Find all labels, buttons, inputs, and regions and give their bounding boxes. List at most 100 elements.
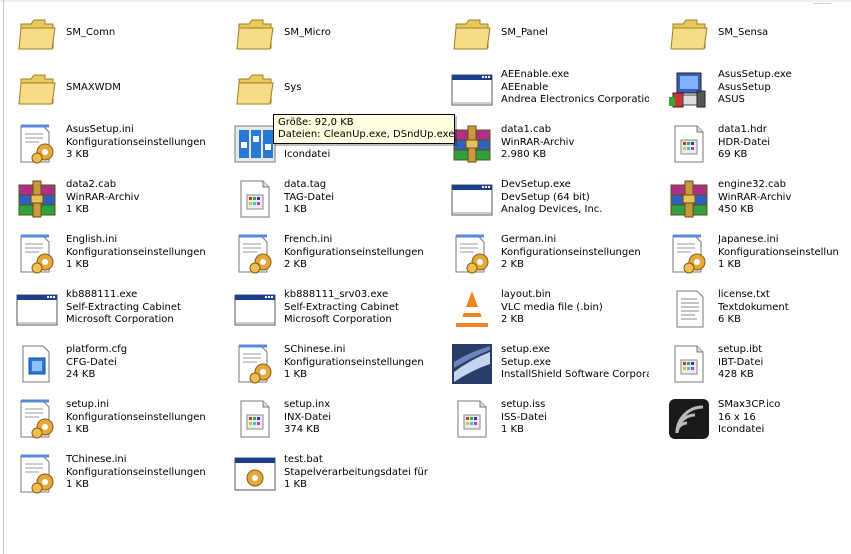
- file-type: Setup.exe: [501, 356, 552, 368]
- file-item[interactable]: kb888111.exe Self-Extracting Cabinet Micro…: [0, 282, 214, 336]
- file-item[interactable]: SMax3CP.ico 16 x 16 Icondatei: [651, 392, 851, 446]
- file-detail: 1 KB: [284, 204, 307, 215]
- file-detail: Microsoft Corporation: [284, 314, 392, 325]
- file-item[interactable]: layout.bin VLC media file (.bin) 2 KB: [434, 282, 649, 336]
- file-name: TChinese.ini: [66, 454, 127, 465]
- settings-file-icon: [15, 452, 59, 496]
- file-detail: ASUS: [718, 94, 745, 105]
- file-type: Konfigurationseinstellungen: [66, 246, 206, 258]
- file-item[interactable]: German.ini Konfigurationseinstellungen 2 K…: [434, 227, 649, 281]
- vlc-cone-icon: [450, 287, 494, 331]
- file-item[interactable]: platform.cfg CFG-Datei 24 KB: [0, 337, 214, 391]
- file-item[interactable]: Sys: [217, 62, 432, 116]
- file-name: license.txt: [718, 289, 770, 300]
- file-name: SMAXWDM: [66, 82, 121, 93]
- file-type: WinRAR-Archiv: [718, 191, 792, 203]
- folder-icon: [15, 67, 59, 111]
- smax-logo-icon: [667, 397, 711, 441]
- file-detail: 2 KB: [501, 314, 524, 325]
- file-detail: 24 KB: [66, 369, 96, 380]
- file-label: data2.cab WinRAR-Archiv 1 KB: [66, 179, 214, 217]
- file-type: Self-Extracting Cabinet: [284, 301, 399, 313]
- file-name: Japanese.ini: [718, 234, 779, 245]
- file-detail: Andrea Electronics Corporation: [501, 94, 649, 105]
- application-window-icon: [450, 67, 494, 111]
- file-item[interactable]: setup.inx INX-Datei 374 KB: [217, 392, 432, 446]
- file-name: SM_Comn: [66, 27, 116, 38]
- file-name: SM_Sensa: [718, 27, 769, 38]
- file-name: AEEnable.exe: [501, 69, 570, 80]
- file-item[interactable]: setup.exe Setup.exe InstallShield Software…: [434, 337, 649, 391]
- file-item[interactable]: French.ini Konfigurationseinstellungen 2 K…: [217, 227, 432, 281]
- file-item[interactable]: SChinese.ini Konfigurationseinstellungen 1…: [217, 337, 432, 391]
- file-item[interactable]: TChinese.ini Konfigurationseinstellungen 1…: [0, 447, 214, 501]
- application-window-icon: [15, 287, 59, 331]
- application-window-icon: [450, 177, 494, 221]
- file-name: German.ini: [501, 234, 557, 245]
- file-item[interactable]: Japanese.ini Konfigurationseinstellun 1 KB: [651, 227, 851, 281]
- file-label: SM_Comn: [66, 27, 214, 40]
- file-name: platform.cfg: [66, 344, 128, 355]
- file-name: data2.cab: [66, 179, 117, 190]
- file-item[interactable]: English.ini Konfigurationseinstellungen 1 …: [0, 227, 214, 281]
- settings-file-icon: [15, 397, 59, 441]
- file-name: test.bat: [284, 454, 323, 465]
- file-item[interactable]: SM_Comn: [0, 7, 214, 61]
- file-item[interactable]: engine32.cab WinRAR-Archiv 450 KB: [651, 172, 851, 226]
- tooltip-size-line: Größe: 92,0 KB: [278, 117, 354, 128]
- file-name: data1.hdr: [718, 124, 767, 135]
- file-item[interactable]: data.tag TAG-Datei 1 KB: [217, 172, 432, 226]
- generic-file-icon: [233, 177, 277, 221]
- file-type: WinRAR-Archiv: [66, 191, 140, 203]
- file-item[interactable]: setup.iss ISS-Datei 1 KB: [434, 392, 649, 446]
- file-item[interactable]: AsusSetup.exe AsusSetup ASUS: [651, 62, 851, 116]
- file-name: engine32.cab: [718, 179, 786, 190]
- file-detail: 6 KB: [718, 314, 741, 325]
- file-name: data.tag: [284, 179, 327, 190]
- file-detail: 374 KB: [284, 424, 320, 435]
- tooltip-files-line: Dateien: CleanUp.exe, DSndUp.exe: [278, 129, 455, 140]
- file-name: SMax3CP.ico: [718, 399, 781, 410]
- generic-file-icon: [667, 122, 711, 166]
- file-detail: 1 KB: [284, 479, 307, 490]
- file-item[interactable]: SM_Panel: [434, 7, 649, 61]
- file-item[interactable]: kb888111_srv03.exe Self-Extracting Cabine…: [217, 282, 432, 336]
- file-item[interactable]: setup.ini Konfigurationseinstellungen 1 KB: [0, 392, 214, 446]
- file-item[interactable]: SM_Sensa: [651, 7, 851, 61]
- file-item[interactable]: setup.ibt IBT-Datei 428 KB: [651, 337, 851, 391]
- file-item[interactable]: AsusSetup.ini Konfigurationseinstellungen…: [0, 117, 214, 171]
- file-item[interactable]: data1.hdr HDR-Datei 69 KB: [651, 117, 851, 171]
- file-label: setup.inx INX-Datei 374 KB: [284, 399, 432, 437]
- file-item[interactable]: license.txt Textdokument 6 KB: [651, 282, 851, 336]
- file-name: French.ini: [284, 234, 333, 245]
- file-label: setup.ini Konfigurationseinstellungen 1 KB: [66, 399, 214, 437]
- file-item[interactable]: DevSetup.exe DevSetup (64 bit) Analog Devi…: [434, 172, 649, 226]
- file-type: DevSetup (64 bit): [501, 191, 590, 203]
- file-label: SMax3CP.ico 16 x 16 Icondatei: [718, 399, 851, 437]
- file-grid: SM_Comn SM_Micro SM_Panel SM_Sensa SMAXWDM Sy…: [0, 0, 851, 554]
- file-item[interactable]: data1.cab WinRAR-Archiv 2.980 KB: [434, 117, 649, 171]
- file-type: Konfigurationseinstellun: [718, 246, 839, 258]
- file-item[interactable]: data2.cab WinRAR-Archiv 1 KB: [0, 172, 214, 226]
- folder-icon: [233, 67, 277, 111]
- batch-file-icon: [233, 452, 277, 496]
- file-label: data1.hdr HDR-Datei 69 KB: [718, 124, 851, 162]
- folder-icon: [667, 12, 711, 56]
- file-detail: 450 KB: [718, 204, 754, 215]
- file-type: Konfigurationseinstellungen: [66, 136, 206, 148]
- application-window-icon: [233, 287, 277, 331]
- file-item[interactable]: SMAXWDM: [0, 62, 214, 116]
- settings-file-icon: [15, 122, 59, 166]
- file-type: VLC media file (.bin): [501, 301, 603, 313]
- file-label: AEEnable.exe AEEnable Andrea Electronics C…: [501, 69, 649, 107]
- file-label: kb888111.exe Self-Extracting Cabinet Micro…: [66, 289, 214, 327]
- file-detail: 3 KB: [66, 149, 89, 160]
- settings-file-icon: [233, 232, 277, 276]
- file-item[interactable]: AEEnable.exe AEEnable Andrea Electronics C…: [434, 62, 649, 116]
- file-item[interactable]: test.bat Stapelverarbeitungsdatei für ...…: [217, 447, 432, 501]
- file-type: AsusSetup: [718, 81, 771, 93]
- file-detail: Icondatei: [284, 149, 331, 160]
- file-item[interactable]: SM_Micro: [217, 7, 432, 61]
- file-name: AsusSetup.ini: [66, 124, 134, 135]
- file-label: setup.ibt IBT-Datei 428 KB: [718, 344, 851, 382]
